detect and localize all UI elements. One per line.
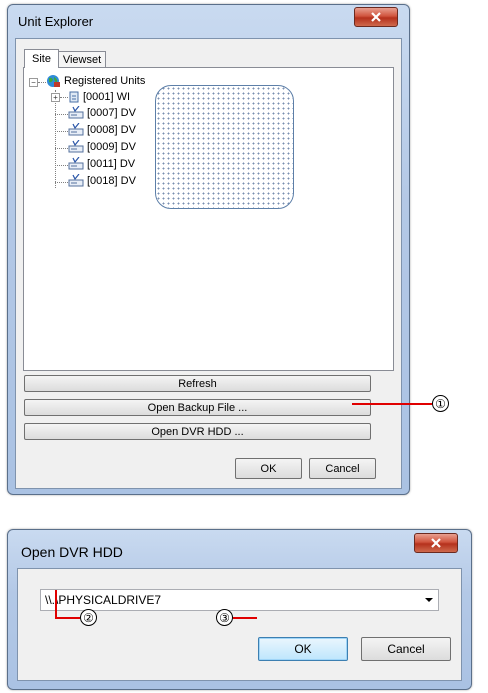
globe-icon: [47, 75, 60, 87]
callout-2: ②: [80, 609, 97, 626]
window-title: Open DVR HDD: [21, 544, 123, 560]
redaction-overlay: [155, 85, 294, 209]
callout-line-2-vertical: [55, 590, 57, 618]
tab-site[interactable]: Site: [24, 49, 59, 68]
dvr-icon: [68, 174, 84, 187]
cancel-button[interactable]: Cancel: [309, 458, 376, 479]
callout-line-2-horizontal: [55, 617, 80, 619]
callout-line-1: [352, 403, 432, 405]
ok-button[interactable]: OK: [258, 637, 348, 661]
tree-item-label: [0007] DV: [87, 107, 136, 119]
close-icon: [371, 12, 381, 22]
open-dvr-hdd-window: Open DVR HDD \\.\PHYSICALDRIVE7 OK Cance…: [7, 529, 472, 690]
tree-connector: [55, 90, 56, 188]
tree-item-0007[interactable]: [0007] DV: [68, 106, 136, 120]
drive-select[interactable]: \\.\PHYSICALDRIVE7: [40, 589, 439, 611]
tree-connector: [38, 82, 46, 83]
tree-item-0001[interactable]: [0001] WI: [68, 90, 130, 104]
dvr-icon: [68, 106, 84, 119]
window-title: Unit Explorer: [18, 14, 94, 29]
close-icon: [431, 538, 441, 548]
tree-connector: [55, 148, 68, 149]
tree-connector: [60, 97, 68, 98]
cancel-button[interactable]: Cancel: [361, 637, 451, 661]
open-backup-file-button[interactable]: Open Backup File ...: [24, 399, 371, 416]
tree-item-label: [0009] DV: [87, 141, 136, 153]
ok-button[interactable]: OK: [235, 458, 302, 479]
close-button[interactable]: [414, 533, 458, 553]
callout-3: ③: [216, 609, 233, 626]
tree-connector: [55, 165, 68, 166]
chevron-down-icon: [425, 598, 433, 602]
tree-item-label: [0011] DV: [87, 158, 136, 170]
callout-line-3: [233, 617, 257, 619]
tab-viewset[interactable]: Viewset: [58, 51, 106, 68]
unit-explorer-window: Unit Explorer Site Viewset − Registered …: [7, 4, 410, 495]
refresh-button[interactable]: Refresh: [24, 375, 371, 392]
expand-icon[interactable]: +: [51, 93, 60, 102]
tree-item-label: [0008] DV: [87, 124, 136, 136]
tree-item-0008[interactable]: [0008] DV: [68, 123, 136, 137]
callout-1: ①: [432, 395, 449, 412]
dvr-icon: [68, 140, 84, 153]
tree-item-0009[interactable]: [0009] DV: [68, 140, 136, 154]
tree-connector: [55, 182, 68, 183]
dvr-icon: [68, 157, 84, 170]
network-device-icon: [69, 91, 79, 103]
drive-select-value: \\.\PHYSICALDRIVE7: [45, 593, 162, 607]
tree-root-registered-units[interactable]: Registered Units: [46, 74, 145, 88]
dvr-icon: [68, 123, 84, 136]
tree-root-label: Registered Units: [64, 75, 146, 87]
tree-connector: [55, 114, 68, 115]
tree-item-label: [0018] DV: [87, 175, 136, 187]
collapse-icon[interactable]: −: [29, 78, 38, 87]
tree-item-0018[interactable]: [0018] DV: [68, 174, 136, 188]
tree-connector: [55, 131, 68, 132]
open-dvr-hdd-button[interactable]: Open DVR HDD ...: [24, 423, 371, 440]
close-button[interactable]: [354, 7, 398, 27]
tree-item-label: [0001] WI: [83, 91, 131, 103]
tree-item-0011[interactable]: [0011] DV: [68, 157, 135, 171]
